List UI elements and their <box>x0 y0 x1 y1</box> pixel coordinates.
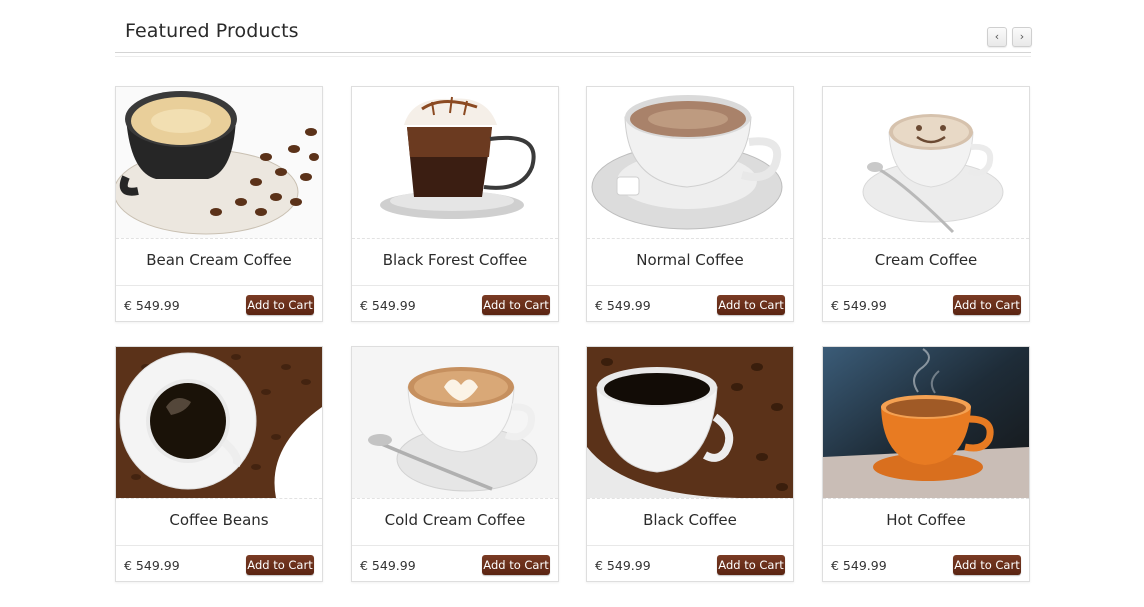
product-card[interactable]: Cream Coffee € 549.99 Add to Cart <box>822 86 1030 322</box>
add-to-cart-button[interactable]: Add to Cart <box>953 555 1021 575</box>
product-price: € 549.99 <box>124 298 180 313</box>
product-name[interactable]: Normal Coffee <box>587 251 793 269</box>
product-price: € 549.99 <box>360 558 416 573</box>
product-price: € 549.99 <box>831 298 887 313</box>
product-name[interactable]: Hot Coffee <box>823 511 1029 529</box>
product-card[interactable]: Black Coffee € 549.99 Add to Cart <box>586 346 794 582</box>
image-divider <box>587 238 793 239</box>
image-divider <box>823 498 1029 499</box>
product-image-black-forest-coffee[interactable] <box>352 87 558 238</box>
product-name[interactable]: Cream Coffee <box>823 251 1029 269</box>
price-divider <box>352 285 558 286</box>
product-card[interactable]: Normal Coffee € 549.99 Add to Cart <box>586 86 794 322</box>
product-name[interactable]: Coffee Beans <box>116 511 322 529</box>
add-to-cart-button[interactable]: Add to Cart <box>717 555 785 575</box>
product-name[interactable]: Cold Cream Coffee <box>352 511 558 529</box>
price-divider <box>116 545 322 546</box>
product-price: € 549.99 <box>831 558 887 573</box>
product-image-black-coffee[interactable] <box>587 347 793 498</box>
image-divider <box>352 498 558 499</box>
price-divider <box>587 285 793 286</box>
image-divider <box>352 238 558 239</box>
add-to-cart-button[interactable]: Add to Cart <box>246 555 314 575</box>
product-image-cold-cream-coffee[interactable] <box>352 347 558 498</box>
header-divider-secondary <box>115 56 1031 57</box>
product-image-hot-coffee[interactable] <box>823 347 1029 498</box>
add-to-cart-button[interactable]: Add to Cart <box>482 295 550 315</box>
carousel-next-button[interactable]: › <box>1012 27 1032 47</box>
price-divider <box>116 285 322 286</box>
price-divider <box>823 545 1029 546</box>
image-divider <box>116 238 322 239</box>
product-price: € 549.99 <box>124 558 180 573</box>
chevron-right-icon: › <box>1019 30 1025 43</box>
product-card[interactable]: Black Forest Coffee € 549.99 Add to Cart <box>351 86 559 322</box>
section-title: Featured Products <box>125 20 299 42</box>
product-image-cream-coffee[interactable] <box>823 87 1029 238</box>
product-price: € 549.99 <box>595 298 651 313</box>
image-divider <box>823 238 1029 239</box>
product-card[interactable]: Coffee Beans € 549.99 Add to Cart <box>115 346 323 582</box>
product-price: € 549.99 <box>360 298 416 313</box>
price-divider <box>352 545 558 546</box>
product-image-bean-cream-coffee[interactable] <box>116 87 322 238</box>
section-header: Featured Products ‹ › <box>115 0 1032 57</box>
add-to-cart-button[interactable]: Add to Cart <box>717 295 785 315</box>
chevron-left-icon: ‹ <box>994 30 1000 43</box>
carousel-prev-button[interactable]: ‹ <box>987 27 1007 47</box>
add-to-cart-button[interactable]: Add to Cart <box>246 295 314 315</box>
price-divider <box>587 545 793 546</box>
product-card[interactable]: Bean Cream Coffee € 549.99 Add to Cart <box>115 86 323 322</box>
product-image-coffee-beans[interactable] <box>116 347 322 498</box>
image-divider <box>116 498 322 499</box>
product-image-normal-coffee[interactable] <box>587 87 793 238</box>
featured-products-section: Featured Products ‹ › <box>115 0 1032 57</box>
header-divider <box>115 52 1031 53</box>
product-card[interactable]: Hot Coffee € 549.99 Add to Cart <box>822 346 1030 582</box>
add-to-cart-button[interactable]: Add to Cart <box>953 295 1021 315</box>
add-to-cart-button[interactable]: Add to Cart <box>482 555 550 575</box>
product-name[interactable]: Bean Cream Coffee <box>116 251 322 269</box>
price-divider <box>823 285 1029 286</box>
product-price: € 549.99 <box>595 558 651 573</box>
product-name[interactable]: Black Coffee <box>587 511 793 529</box>
image-divider <box>587 498 793 499</box>
product-name[interactable]: Black Forest Coffee <box>352 251 558 269</box>
product-card[interactable]: Cold Cream Coffee € 549.99 Add to Cart <box>351 346 559 582</box>
